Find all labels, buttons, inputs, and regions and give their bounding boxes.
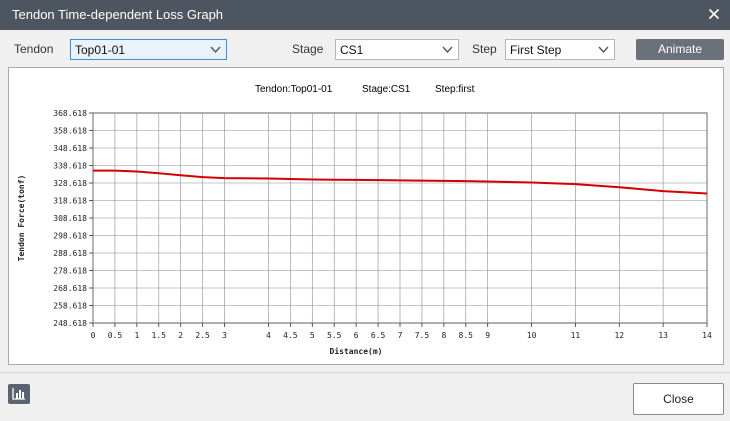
x-tick-label: 0.5 xyxy=(108,331,123,340)
y-axis: 248.618 258.618 268.618 278.618 288.618 298.6… xyxy=(53,109,93,328)
chart-panel: Tendon:Top01-01 Stage:CS1 Step:first 248… xyxy=(8,67,724,365)
step-select[interactable]: First Step xyxy=(505,39,615,60)
x-tick-label: 2.5 xyxy=(195,331,210,340)
tendon-loss-chart: Tendon:Top01-01 Stage:CS1 Step:first 248… xyxy=(17,84,712,356)
x-tick-label: 8.5 xyxy=(459,331,474,340)
x-tick-label: 0 xyxy=(91,331,96,340)
x-tick-label: 7 xyxy=(398,331,403,340)
x-tick-label: 5 xyxy=(310,331,315,340)
chevron-down-icon xyxy=(598,46,609,54)
y-tick-label: 368.618 xyxy=(53,109,87,118)
x-tick-label: 1.5 xyxy=(152,331,167,340)
chevron-down-icon xyxy=(210,46,221,54)
close-button[interactable]: Close xyxy=(633,383,724,415)
y-tick-label: 248.618 xyxy=(53,319,87,328)
title-bar: Tendon Time-dependent Loss Graph xyxy=(0,0,730,30)
animate-button[interactable]: Animate xyxy=(636,39,724,60)
x-tick-label: 1 xyxy=(134,331,139,340)
x-tick-label: 6 xyxy=(354,331,359,340)
bar-chart-icon xyxy=(12,388,25,400)
x-tick-label: 9 xyxy=(485,331,490,340)
y-tick-label: 358.618 xyxy=(53,127,87,136)
x-tick-label: 13 xyxy=(658,331,668,340)
x-tick-label: 5.5 xyxy=(327,331,342,340)
y-tick-label: 338.618 xyxy=(53,162,87,171)
step-label: Step xyxy=(472,42,497,56)
tendon-select-value: Top01-01 xyxy=(75,43,126,57)
step-select-value: First Step xyxy=(510,43,562,57)
x-tick-label: 10 xyxy=(527,331,537,340)
footer-divider xyxy=(0,372,730,373)
y-tick-label: 318.618 xyxy=(53,197,87,206)
y-tick-label: 258.618 xyxy=(53,302,87,311)
stage-select-value: CS1 xyxy=(340,43,364,57)
x-tick-label: 3 xyxy=(222,331,227,340)
y-axis-label: Tendon Force(tonf) xyxy=(17,175,26,262)
y-tick-label: 268.618 xyxy=(53,284,87,293)
y-tick-label: 328.618 xyxy=(53,179,87,188)
chart-header-tendon: Tendon:Top01-01 xyxy=(255,84,333,95)
y-tick-label: 298.618 xyxy=(53,232,87,241)
x-tick-label: 2 xyxy=(178,331,183,340)
chevron-down-icon xyxy=(442,46,453,54)
x-tick-label: 12 xyxy=(614,331,624,340)
tendon-select[interactable]: Top01-01 xyxy=(70,39,227,60)
y-tick-label: 278.618 xyxy=(53,267,87,276)
chart-header-step: Step:first xyxy=(435,84,475,95)
x-tick-label: 4.5 xyxy=(283,331,298,340)
window-title: Tendon Time-dependent Loss Graph xyxy=(12,7,224,22)
y-tick-label: 308.618 xyxy=(53,214,87,223)
close-icon[interactable] xyxy=(706,6,722,22)
x-axis: 0 0.5 1 1.5 2 2.5 3 4 4.5 5 5.5 6 6.5 7 7.5 8 8.5 9 10 11 12… xyxy=(91,323,712,340)
chart-view-button[interactable] xyxy=(8,384,30,404)
x-tick-label: 7.5 xyxy=(415,331,430,340)
x-tick-label: 11 xyxy=(571,331,581,340)
tendon-label: Tendon xyxy=(14,42,54,56)
y-tick-label: 288.618 xyxy=(53,249,87,258)
stage-label: Stage xyxy=(292,42,324,56)
x-tick-label: 8 xyxy=(441,331,446,340)
y-tick-label: 348.618 xyxy=(53,144,87,153)
x-tick-label: 14 xyxy=(702,331,712,340)
chart-grid xyxy=(92,112,708,324)
x-tick-label: 6.5 xyxy=(371,331,386,340)
chart-header-stage: Stage:CS1 xyxy=(362,84,411,95)
x-tick-label: 4 xyxy=(266,331,271,340)
stage-select[interactable]: CS1 xyxy=(335,39,459,60)
x-axis-label: Distance(m) xyxy=(330,346,383,356)
